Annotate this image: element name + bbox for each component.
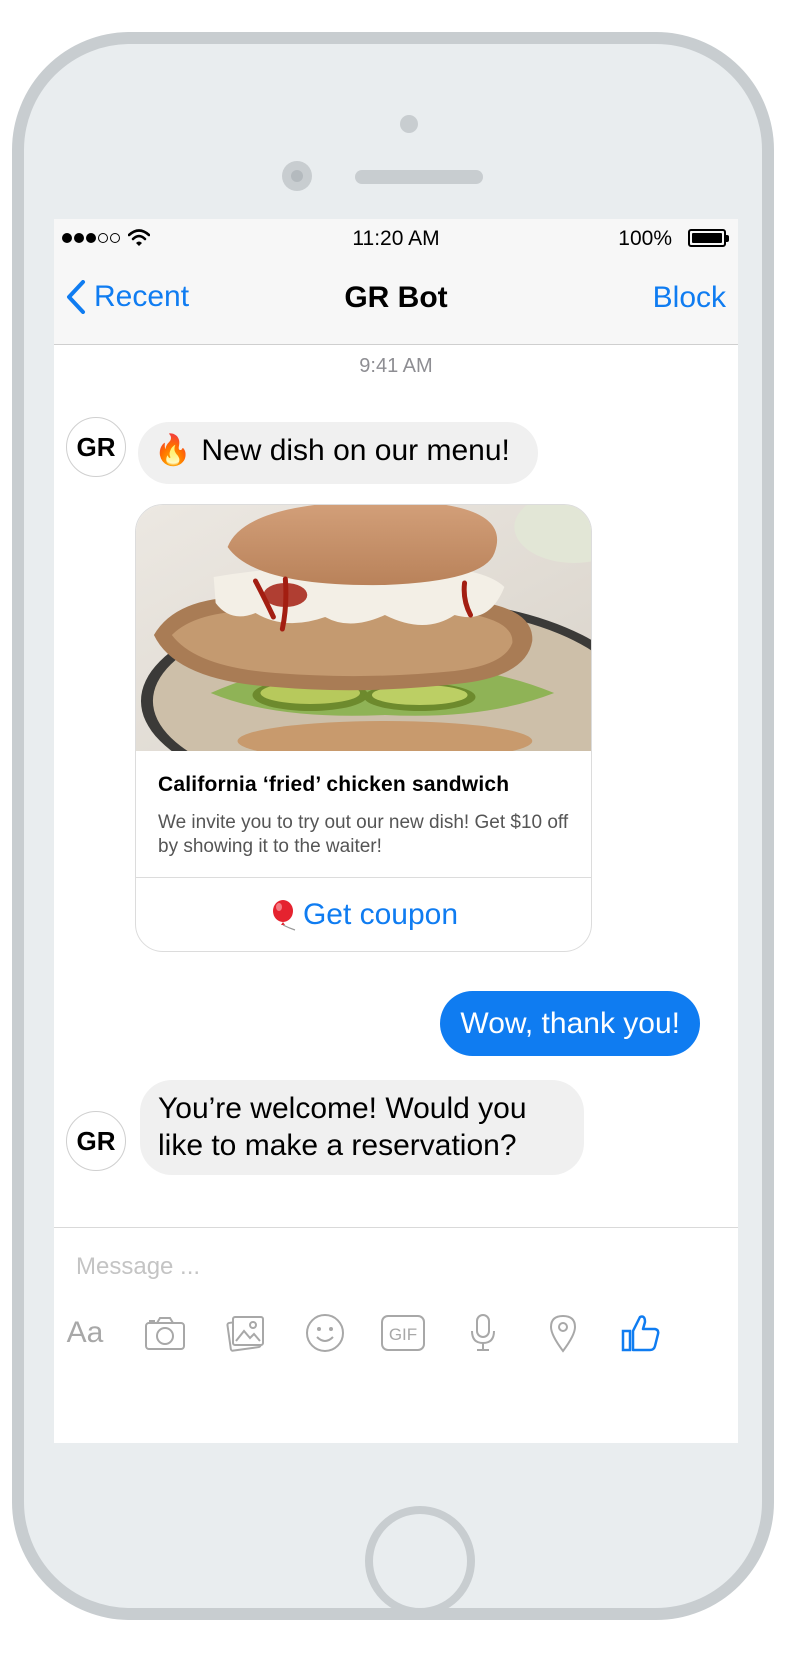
gallery-icon[interactable] — [220, 1308, 270, 1358]
battery-icon — [688, 229, 729, 247]
earpiece-speaker — [355, 170, 483, 184]
card-description: We invite you to try out our new dish! G… — [158, 812, 569, 857]
back-button[interactable]: Recent — [66, 277, 189, 317]
text-format-icon[interactable]: Aa — [60, 1308, 110, 1358]
outgoing-message-bubble: Wow, thank you! — [440, 991, 700, 1056]
promo-card: California ‘fried’ chicken sandwich We i… — [135, 504, 592, 952]
phone-screen: 11:20 AM 100% Recent GR Bot Block 9:41 A… — [54, 219, 738, 1443]
sandwich-photo[interactable] — [136, 505, 591, 751]
fire-emoji-icon: 🔥 — [154, 434, 192, 467]
microphone-icon[interactable] — [458, 1308, 508, 1358]
navigation-bar: Recent GR Bot Block — [54, 259, 738, 345]
front-camera — [282, 161, 312, 191]
back-button-label: Recent — [94, 280, 190, 313]
like-icon[interactable] — [616, 1308, 666, 1358]
status-bar: 11:20 AM 100% — [54, 219, 738, 259]
emoji-icon[interactable] — [300, 1308, 350, 1358]
balloon-icon — [272, 899, 296, 931]
gif-icon[interactable]: GIF — [378, 1308, 428, 1358]
camera-icon[interactable] — [140, 1308, 190, 1358]
message-input[interactable] — [74, 1248, 698, 1286]
message-text: New dish on our menu! — [201, 434, 510, 467]
message-timestamp: 9:41 AM — [359, 355, 433, 377]
incoming-message-bubble: 🔥 New dish on our menu! — [138, 422, 538, 484]
bot-avatar[interactable]: GR — [66, 417, 126, 477]
gif-label: GIF — [389, 1325, 417, 1344]
message-composer: Aa GIF — [54, 1227, 738, 1443]
home-button[interactable] — [365, 1506, 475, 1616]
location-icon[interactable] — [538, 1308, 588, 1358]
block-button[interactable]: Block — [653, 281, 726, 315]
get-coupon-label: Get coupon — [302, 897, 459, 931]
bot-avatar[interactable]: GR — [66, 1111, 126, 1171]
proximity-sensor — [400, 115, 418, 133]
get-coupon-button[interactable]: Get coupon — [136, 878, 591, 951]
chevron-left-icon — [67, 280, 85, 314]
incoming-message-bubble: You’re welcome! Would you like to make a… — [140, 1080, 584, 1175]
composer-toolbar: Aa GIF — [54, 1308, 738, 1358]
battery-percentage: 100% — [618, 227, 672, 250]
card-title: California ‘fried’ chicken sandwich — [158, 773, 510, 796]
